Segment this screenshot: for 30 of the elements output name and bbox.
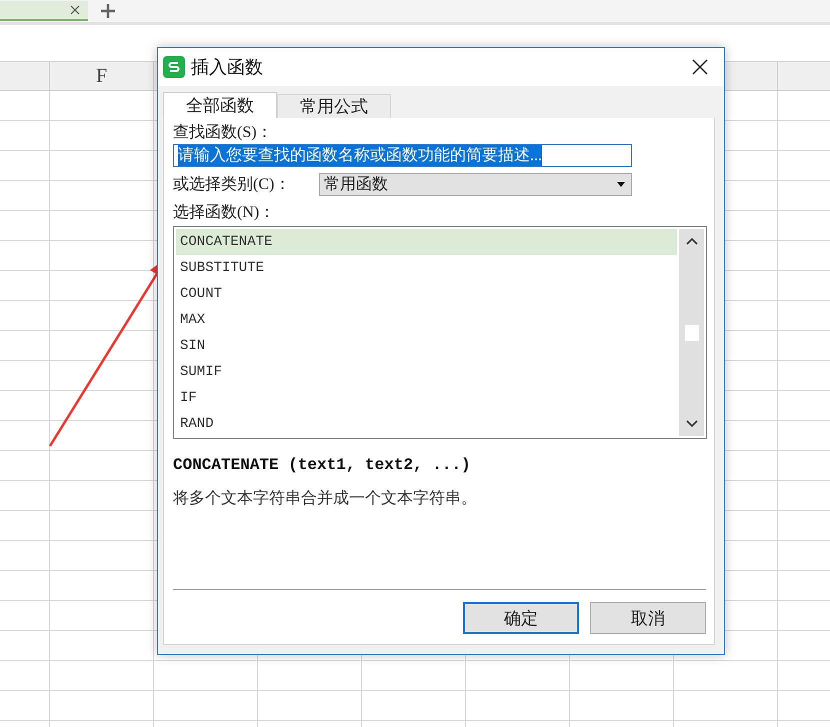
function-item[interactable]: SIN bbox=[176, 333, 677, 359]
add-tab-icon[interactable] bbox=[100, 3, 116, 19]
search-label: 查找函数(S)： bbox=[173, 122, 274, 143]
close-icon[interactable] bbox=[70, 5, 80, 15]
cancel-button[interactable]: 取消 bbox=[590, 602, 706, 634]
search-field[interactable]: 请输入您要查找的函数名称或函数功能的简要描述... bbox=[173, 144, 632, 167]
scroll-down-icon[interactable] bbox=[686, 420, 698, 428]
ok-button[interactable]: 确定 bbox=[463, 602, 579, 634]
caret-icon bbox=[617, 182, 625, 187]
function-item[interactable]: CONCATENATE bbox=[176, 229, 677, 255]
function-item[interactable]: IF bbox=[176, 385, 677, 411]
column-header[interactable]: F bbox=[96, 64, 108, 88]
tab[interactable]: 常用公式 bbox=[277, 94, 391, 118]
category-dropdown[interactable]: 常用函数 bbox=[319, 173, 632, 196]
function-list-label: 选择函数(N)： bbox=[173, 202, 276, 223]
scroll-up-icon[interactable] bbox=[686, 237, 698, 245]
function-item[interactable]: RAND bbox=[176, 411, 677, 437]
function-signature: CONCATENATE (text1, text2, ...) bbox=[173, 456, 472, 474]
function-item[interactable]: SUBSTITUTE bbox=[176, 255, 677, 281]
function-item[interactable]: COUNT bbox=[176, 281, 677, 307]
close-icon[interactable] bbox=[692, 59, 708, 75]
dialog-title: 插入函数 bbox=[191, 56, 264, 79]
scroll-thumb[interactable] bbox=[684, 324, 698, 340]
app-icon bbox=[163, 56, 185, 78]
function-item[interactable]: MAX bbox=[176, 307, 677, 333]
tab[interactable]: 全部函数 bbox=[163, 92, 277, 118]
scrollbar[interactable] bbox=[679, 229, 704, 436]
category-label: 或选择类别(C)： bbox=[173, 174, 292, 194]
function-description: 将多个文本字符串合并成一个文本字符串。 bbox=[173, 488, 478, 509]
function-item[interactable]: SUMIF bbox=[176, 359, 677, 385]
